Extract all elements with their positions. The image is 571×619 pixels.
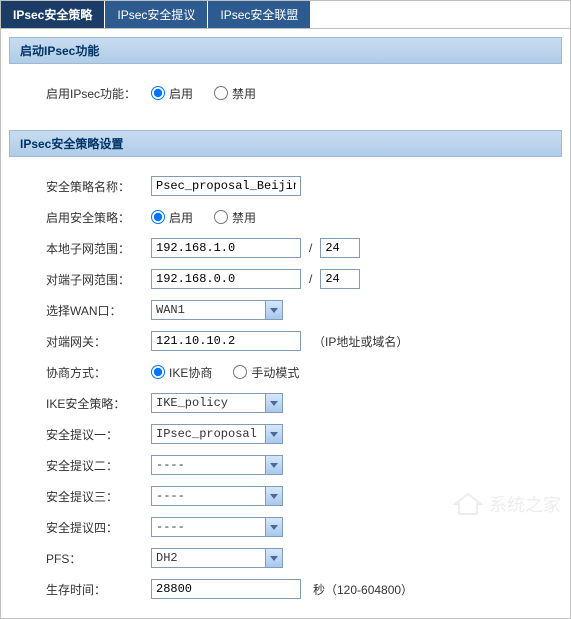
policy-disable-radio[interactable] (214, 210, 228, 224)
chevron-down-icon (265, 487, 282, 505)
tab-ipsec-policy[interactable]: IPsec安全策略 (1, 1, 105, 28)
policy-enable-option[interactable]: 启用 (151, 209, 193, 226)
remote-gw-hint: （IP地址或域名） (313, 333, 408, 350)
slash-separator: / (309, 241, 312, 255)
proposal1-label: 安全提议一： (46, 426, 151, 443)
section-ipsec-enable: 启用IPsec功能： 启用 禁用 (1, 64, 570, 122)
policy-enable-radio[interactable] (151, 210, 165, 224)
local-mask-input[interactable] (320, 238, 360, 258)
tab-bar: IPsec安全策略 IPsec安全提议 IPsec安全联盟 (1, 1, 570, 29)
ipsec-disable-option[interactable]: 禁用 (214, 85, 256, 102)
section-policy: 安全策略名称： 启用安全策略： 启用 禁用 本地子网范围： / 对端子网范围： … (1, 157, 570, 618)
section-policy-header: IPsec安全策略设置 (9, 130, 562, 157)
policy-enable-text: 启用 (169, 209, 193, 226)
section-ipsec-enable-header: 启动IPsec功能 (9, 37, 562, 64)
nego-manual-text: 手动模式 (251, 364, 299, 381)
proposal2-value: ---- (156, 458, 185, 472)
pfs-select[interactable]: DH2 (151, 548, 283, 568)
ipsec-enable-text: 启用 (169, 85, 193, 102)
remote-gw-label: 对端网关： (46, 333, 151, 350)
ipsec-disable-text: 禁用 (232, 85, 256, 102)
nego-manual-radio[interactable] (233, 365, 247, 379)
proposal2-select[interactable]: ---- (151, 455, 283, 475)
chevron-down-icon (265, 301, 282, 319)
nego-ike-text: IKE协商 (169, 364, 212, 381)
proposal3-select[interactable]: ---- (151, 486, 283, 506)
slash-separator: / (309, 272, 312, 286)
policy-name-input[interactable] (151, 176, 301, 196)
wan-label: 选择WAN口： (46, 302, 151, 319)
proposal1-value: IPsec_proposal (156, 427, 257, 441)
nego-label: 协商方式： (46, 364, 151, 381)
proposal3-label: 安全提议三： (46, 488, 151, 505)
policy-disable-option[interactable]: 禁用 (214, 209, 256, 226)
ike-policy-value: IKE_policy (156, 396, 228, 410)
tab-ipsec-sa[interactable]: IPsec安全联盟 (208, 1, 311, 28)
ike-policy-select[interactable]: IKE_policy (151, 393, 283, 413)
proposal3-value: ---- (156, 489, 185, 503)
chevron-down-icon (265, 425, 282, 443)
nego-manual-option[interactable]: 手动模式 (233, 364, 299, 381)
config-panel: IPsec安全策略 IPsec安全提议 IPsec安全联盟 启动IPsec功能 … (0, 0, 571, 619)
remote-subnet-label: 对端子网范围： (46, 271, 151, 288)
ipsec-enable-option[interactable]: 启用 (151, 85, 193, 102)
nego-ike-option[interactable]: IKE协商 (151, 364, 212, 381)
proposal4-select[interactable]: ---- (151, 517, 283, 537)
local-subnet-input[interactable] (151, 238, 301, 258)
nego-ike-radio[interactable] (151, 365, 165, 379)
policy-name-label: 安全策略名称： (46, 178, 151, 195)
ipsec-disable-radio[interactable] (214, 86, 228, 100)
pfs-value: DH2 (156, 551, 178, 565)
local-subnet-label: 本地子网范围： (46, 240, 151, 257)
wan-select-value: WAN1 (156, 303, 185, 317)
proposal4-label: 安全提议四： (46, 519, 151, 536)
tab-ipsec-proposal[interactable]: IPsec安全提议 (105, 1, 208, 28)
ike-policy-label: IKE安全策略： (46, 395, 151, 412)
pfs-label: PFS： (46, 550, 151, 567)
chevron-down-icon (265, 549, 282, 567)
proposal2-label: 安全提议二： (46, 457, 151, 474)
chevron-down-icon (265, 394, 282, 412)
remote-gw-input[interactable] (151, 331, 301, 351)
ipsec-enable-radio[interactable] (151, 86, 165, 100)
remote-mask-input[interactable] (320, 269, 360, 289)
wan-select[interactable]: WAN1 (151, 300, 283, 320)
enable-ipsec-label: 启用IPsec功能： (46, 85, 151, 102)
enable-policy-label: 启用安全策略： (46, 209, 151, 226)
lifetime-input[interactable] (151, 579, 301, 599)
lifetime-hint: 秒（120-604800） (313, 581, 413, 598)
chevron-down-icon (265, 518, 282, 536)
proposal4-value: ---- (156, 520, 185, 534)
proposal1-select[interactable]: IPsec_proposal (151, 424, 283, 444)
chevron-down-icon (265, 456, 282, 474)
remote-subnet-input[interactable] (151, 269, 301, 289)
lifetime-label: 生存时间： (46, 581, 151, 598)
policy-disable-text: 禁用 (232, 209, 256, 226)
